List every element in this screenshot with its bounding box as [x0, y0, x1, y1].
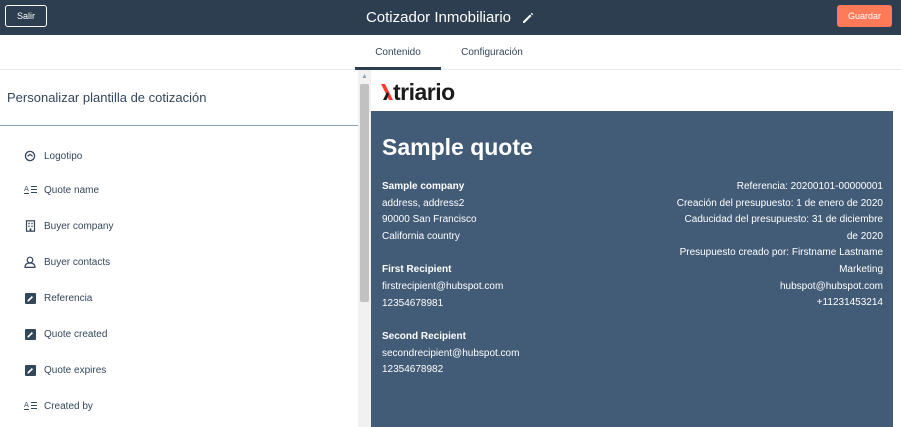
contact-icon: [23, 255, 37, 269]
quote-expires-date-cont: de 2020: [846, 230, 883, 242]
quote-title: Sample quote: [382, 134, 533, 160]
top-bar: Salir Cotizador Inmobiliario Guardar: [0, 0, 901, 35]
sender-phone: +11231453214: [816, 297, 883, 309]
sidebar-item-quote-name[interactable]: A Quote name: [23, 181, 99, 199]
sender-email: hubspot@hubspot.com: [780, 280, 883, 292]
sidebar-item-quote-created[interactable]: Quote created: [23, 325, 107, 343]
sidebar-item-label: Created by: [44, 400, 93, 412]
quote-preview: triario Sample quote Sample company addr…: [371, 70, 901, 427]
sidebar-item-buyer-company[interactable]: Buyer company: [23, 217, 113, 235]
text-format-icon: A: [23, 399, 37, 413]
panel-scrollbar[interactable]: ▲: [358, 70, 371, 427]
sidebar-item-label: Quote created: [44, 328, 108, 340]
company-logo: triario: [381, 79, 455, 105]
pencil-square-icon: [23, 363, 37, 377]
quote-reference: Referencia: 20200101-00000001: [736, 181, 883, 192]
save-button[interactable]: Guardar: [837, 5, 892, 27]
quote-details-column: Referencia: 20200101-00000001 Creación d…: [583, 179, 883, 312]
sidebar-item-label: Quote expires: [44, 364, 107, 376]
second-recipient-name: Second Recipient: [382, 331, 466, 343]
sidebar-item-logo[interactable]: Logotipo: [23, 147, 82, 165]
svg-text:A: A: [24, 185, 29, 193]
pencil-icon[interactable]: [521, 11, 535, 25]
text-format-icon: A: [23, 183, 37, 197]
tab-content[interactable]: Contenido: [355, 35, 441, 70]
sidebar-item-created-by[interactable]: A Created by: [23, 397, 93, 415]
panel-divider: [0, 125, 358, 126]
customize-panel: Personalizar plantilla de cotización Log…: [0, 70, 358, 427]
quote-created-by-team: Marketing: [839, 263, 883, 275]
pencil-square-icon: [23, 327, 37, 341]
logo-text: triario: [393, 78, 455, 105]
sidebar-item-label: Quote name: [44, 184, 100, 196]
sidebar-item-label: Buyer contacts: [44, 256, 111, 268]
quote-created-date: Creación del presupuesto: 1 de enero de …: [676, 197, 883, 209]
tab-configuration[interactable]: Configuración: [447, 35, 537, 70]
second-recipient-phone: 12354678982: [382, 364, 444, 376]
building-icon: [23, 219, 37, 233]
quote-created-by: Presupuesto creado por: Firstname Lastna…: [679, 247, 883, 259]
title-wrap: Cotizador Inmobiliario: [0, 0, 901, 35]
second-recipient-email: secondrecipient@hubspot.com: [382, 347, 520, 359]
svg-text:A: A: [24, 401, 29, 409]
scroll-up-arrow-icon[interactable]: ▲: [360, 72, 369, 80]
sidebar-item-label: Buyer company: [44, 220, 114, 232]
sidebar-item-reference[interactable]: Referencia: [23, 289, 92, 307]
logo-circle-icon: [23, 149, 37, 163]
page-title: Cotizador Inmobiliario: [365, 9, 512, 26]
tab-bar: Contenido Configuración: [0, 35, 901, 70]
sidebar-item-buyer-contacts[interactable]: Buyer contacts: [23, 253, 110, 271]
sidebar-item-label: Logotipo: [44, 150, 83, 162]
quote-body: Sample quote Sample company address, add…: [371, 111, 893, 427]
exit-button[interactable]: Salir: [5, 5, 47, 27]
pencil-square-icon: [23, 291, 37, 305]
quote-expires-date: Caducidad del presupuesto: 31 de diciemb…: [684, 214, 883, 226]
sidebar-item-label: Referencia: [44, 292, 93, 304]
sidebar-item-quote-expires[interactable]: Quote expires: [23, 361, 106, 379]
logo-mark-icon: [381, 84, 393, 100]
scroll-thumb[interactable]: [360, 84, 369, 302]
panel-title: Personalizar plantilla de cotización: [7, 90, 207, 105]
